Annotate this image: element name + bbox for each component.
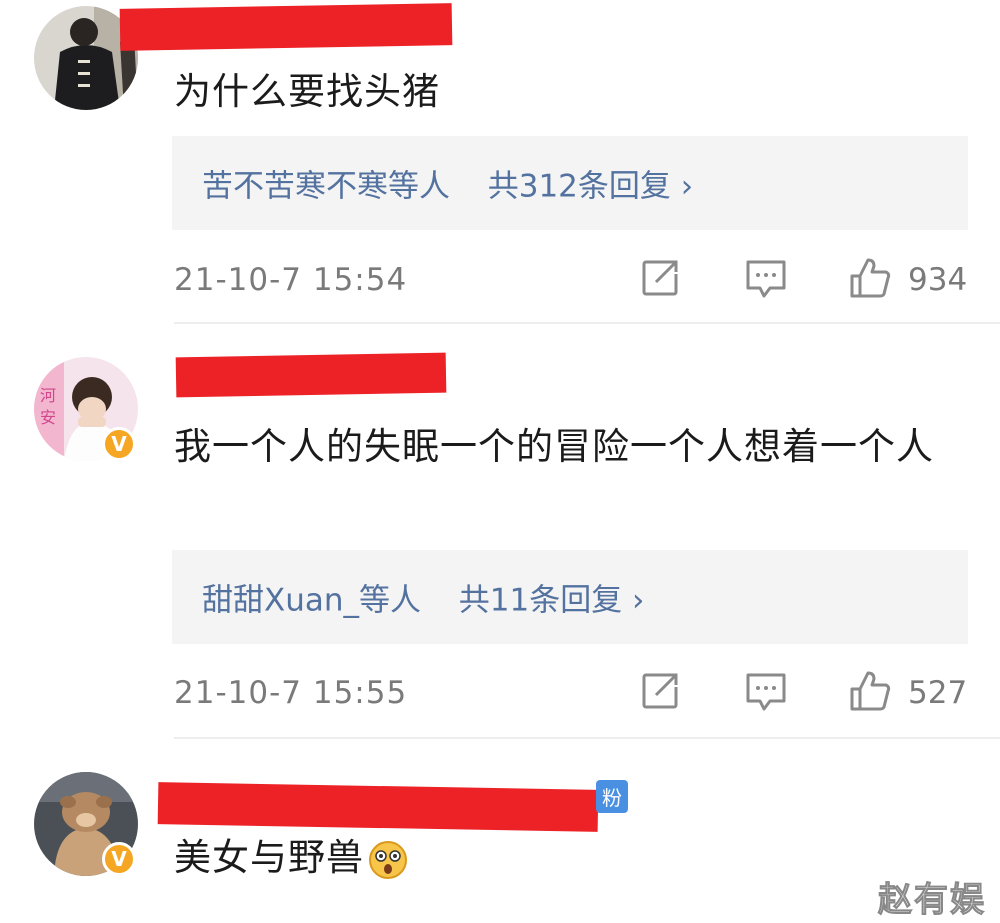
timestamp: 21-10-7 15:54 xyxy=(174,262,408,298)
timestamp: 21-10-7 15:55 xyxy=(174,675,408,711)
comment-item: 为什么要找头猪 苦不苦寒不寒等人 共312条回复 › 21-10-7 15:54… xyxy=(0,0,1000,325)
share-icon[interactable] xyxy=(638,256,682,300)
share-icon[interactable] xyxy=(638,669,682,713)
svg-text:河: 河 xyxy=(40,386,56,405)
redacted-username xyxy=(175,352,447,398)
redacted-username xyxy=(119,3,453,51)
reply-count-link[interactable]: 共11条回复 › xyxy=(459,575,645,620)
comment-item: V 粉 美女与野兽 赵有娱 xyxy=(0,740,1000,923)
svg-text:安: 安 xyxy=(40,408,56,427)
divider xyxy=(174,322,1000,324)
replies-box[interactable]: 甜甜Xuan_等人 共11条回复 › xyxy=(172,550,968,644)
like-icon[interactable] xyxy=(848,669,892,713)
comment-meta: 21-10-7 15:54 934 xyxy=(174,256,974,306)
watermark: 赵有娱 xyxy=(878,880,986,921)
reply-users[interactable]: 甜甜Xuan_等人 xyxy=(202,575,421,620)
comment-item: 河 安 V 我一个人的失眠一个的冒险一个人想着一个人 甜甜Xuan_等人 共11… xyxy=(0,325,1000,740)
like-count: 527 xyxy=(908,675,968,711)
comment-icon[interactable] xyxy=(744,256,788,300)
verified-v-icon: V xyxy=(102,427,136,461)
redacted-username xyxy=(157,782,599,832)
replies-box[interactable]: 苦不苦寒不寒等人 共312条回复 › xyxy=(172,136,968,230)
comment-text: 为什么要找头猪 xyxy=(174,70,440,113)
fan-tag: 粉 xyxy=(596,780,628,813)
comment-meta: 21-10-7 15:55 527 xyxy=(174,669,974,719)
comment-icon[interactable] xyxy=(744,669,788,713)
divider xyxy=(174,737,1000,739)
like-icon[interactable] xyxy=(848,256,892,300)
reply-users[interactable]: 苦不苦寒不寒等人 xyxy=(202,161,450,206)
comment-text: 美女与野兽 xyxy=(174,828,974,888)
reply-count-link[interactable]: 共312条回复 › xyxy=(488,161,693,206)
comment-text-content: 美女与野兽 xyxy=(174,836,364,879)
astonished-emoji-icon xyxy=(369,840,407,879)
comment-text: 我一个人的失眠一个的冒险一个人想着一个人 xyxy=(174,425,934,468)
verified-v-icon: V xyxy=(102,842,136,876)
like-count: 934 xyxy=(908,262,968,298)
